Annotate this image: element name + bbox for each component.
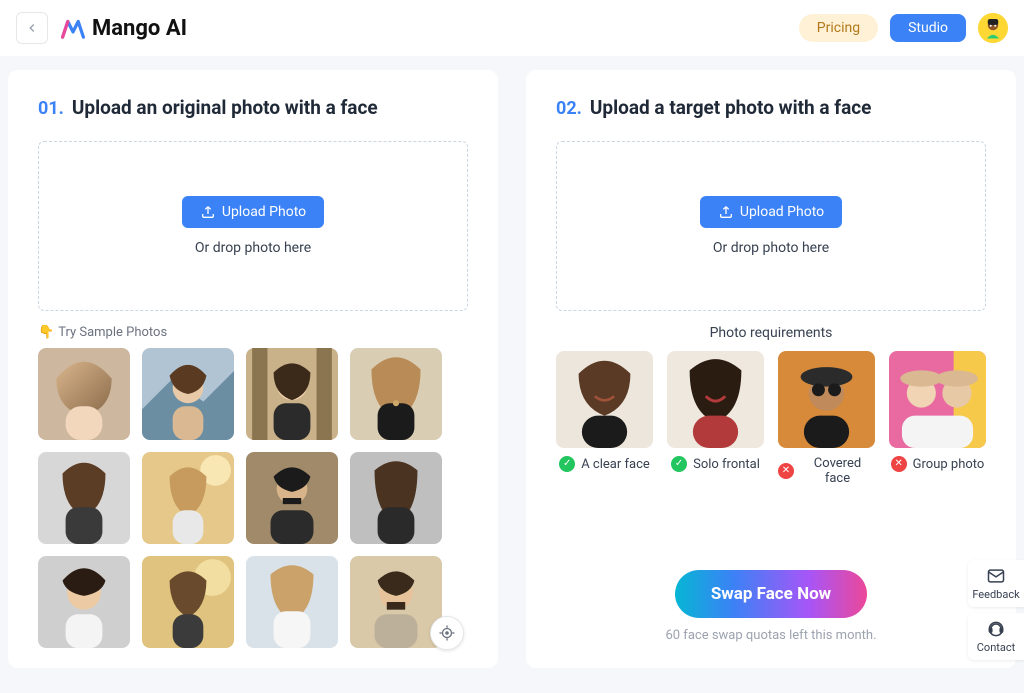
sample-photo-1[interactable]: [38, 348, 130, 440]
drop-text-1: Or drop photo here: [195, 240, 311, 256]
swap-face-button[interactable]: Swap Face Now: [675, 570, 867, 618]
upload-original-label: Upload Photo: [222, 204, 306, 220]
sample-photo-11[interactable]: [246, 556, 338, 648]
cta-section: Swap Face Now 60 face swap quotas left t…: [556, 570, 986, 643]
check-icon: ✓: [559, 456, 575, 472]
requirements-grid: ✓ A clear face ✓ Solo frontal ✕ Covered fac…: [556, 351, 986, 486]
x-icon: ✕: [778, 463, 794, 479]
check-icon: ✓: [671, 456, 687, 472]
req-thumb-3: [778, 351, 875, 448]
sample-photo-4[interactable]: [350, 348, 442, 440]
pricing-button[interactable]: Pricing: [799, 14, 878, 42]
sample-photo-7[interactable]: [246, 452, 338, 544]
req-label-2: Solo frontal: [693, 457, 760, 472]
back-button[interactable]: [16, 12, 48, 44]
main-content: 01. Upload an original photo with a face…: [0, 56, 1024, 668]
upload-original-button[interactable]: Upload Photo: [182, 196, 324, 228]
pointing-hand-icon: 👇: [38, 325, 54, 340]
requirement-group-photo: ✕ Group photo: [889, 351, 986, 486]
sample-photos-label: 👇 Try Sample Photos: [38, 325, 468, 340]
sample-label-text: Try Sample Photos: [58, 325, 167, 340]
requirement-solo-frontal: ✓ Solo frontal: [667, 351, 764, 486]
step-title-1: Upload an original photo with a face: [72, 96, 378, 119]
header: Mango AI Pricing Studio: [0, 0, 1024, 56]
dropzone-original[interactable]: Upload Photo Or drop photo here: [38, 141, 468, 311]
sample-photo-10[interactable]: [142, 556, 234, 648]
sample-photos-grid: [38, 348, 468, 648]
quota-text: 60 face swap quotas left this month.: [665, 628, 876, 643]
feedback-label: Feedback: [972, 588, 1019, 601]
sample-photo-9[interactable]: [38, 556, 130, 648]
panel2-title: 02. Upload a target photo with a face: [556, 96, 986, 119]
contact-label: Contact: [977, 641, 1015, 654]
sample-photo-5[interactable]: [38, 452, 130, 544]
user-avatar[interactable]: [978, 13, 1008, 43]
studio-button[interactable]: Studio: [890, 14, 966, 42]
step-number-1: 01.: [38, 98, 64, 119]
sample-photo-8[interactable]: [350, 452, 442, 544]
req-thumb-1: [556, 351, 653, 448]
requirement-clear-face: ✓ A clear face: [556, 351, 653, 486]
upload-target-button[interactable]: Upload Photo: [700, 196, 842, 228]
sample-photo-2[interactable]: [142, 348, 234, 440]
sample-photo-3[interactable]: [246, 348, 338, 440]
panel-original-photo: 01. Upload an original photo with a face…: [8, 70, 498, 668]
contact-button[interactable]: Contact: [968, 613, 1024, 660]
req-thumb-4: [889, 351, 986, 448]
req-label-4: Group photo: [913, 457, 985, 472]
dropzone-target[interactable]: Upload Photo Or drop photo here: [556, 141, 986, 311]
logo-icon: [60, 15, 86, 41]
brand-name: Mango AI: [92, 16, 187, 41]
x-icon: ✕: [891, 456, 907, 472]
drop-text-2: Or drop photo here: [713, 240, 829, 256]
requirement-covered-face: ✕ Covered face: [778, 351, 875, 486]
req-thumb-2: [667, 351, 764, 448]
req-label-3: Covered face: [800, 456, 875, 486]
panel1-title: 01. Upload an original photo with a face: [38, 96, 468, 119]
requirements-label: Photo requirements: [556, 325, 986, 341]
upload-target-label: Upload Photo: [740, 204, 824, 220]
side-rail: Feedback Contact: [968, 560, 1024, 660]
panel-target-photo: 02. Upload a target photo with a face Up…: [526, 70, 1016, 668]
sample-photo-6[interactable]: [142, 452, 234, 544]
locate-fab[interactable]: [430, 616, 464, 650]
feedback-button[interactable]: Feedback: [968, 560, 1024, 607]
step-number-2: 02.: [556, 98, 582, 119]
brand-logo[interactable]: Mango AI: [60, 15, 187, 41]
step-title-2: Upload a target photo with a face: [590, 96, 872, 119]
req-label-1: A clear face: [581, 457, 650, 472]
sample-photo-12[interactable]: [350, 556, 442, 648]
